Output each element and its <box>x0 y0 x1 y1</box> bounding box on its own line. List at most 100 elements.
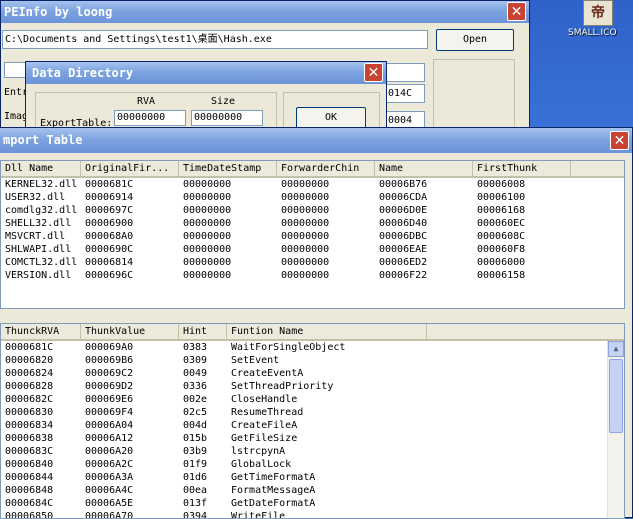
column-header-timedatestamp[interactable]: TimeDateStamp <box>179 161 277 176</box>
dll-cell: 00000000 <box>281 179 330 190</box>
function-row[interactable]: 0000684C 00006A5E 013f GetDateFormatA <box>1 497 624 510</box>
dll-cell: comdlg32.dll <box>5 205 78 216</box>
function-row[interactable]: 0000682C 000069E6 002e CloseHandle <box>1 393 624 406</box>
peinfo-titlebar[interactable]: PEInfo by loong ✕ <box>1 1 529 23</box>
function-cell: 000069F4 <box>85 407 134 418</box>
header-field-right-1[interactable] <box>385 63 425 82</box>
function-cell: lstrcpynA <box>231 446 286 457</box>
column-header-thunckrva[interactable]: ThunckRVA <box>1 324 81 339</box>
data-directory-close-button[interactable]: ✕ <box>364 63 383 82</box>
dll-row[interactable]: COMCTL32.dll 00006814 00000000 00000000 0000… <box>1 256 624 269</box>
column-header-thunkvalue[interactable]: ThunkValue <box>81 324 179 339</box>
import-table-title: mport Table <box>3 133 83 147</box>
dll-cell: 00000000 <box>183 244 232 255</box>
dll-cell: 00000000 <box>281 244 330 255</box>
function-row[interactable]: 0000683C 00006A20 03b9 lstrcpynA <box>1 445 624 458</box>
function-cell: GetDateFormatA <box>231 498 316 509</box>
dll-cell: 000068A0 <box>85 231 134 242</box>
dll-cell: 00006168 <box>477 205 526 216</box>
export-rva-field[interactable]: 00000000 <box>114 110 186 126</box>
import-table-close-button[interactable]: ✕ <box>610 131 629 150</box>
peinfo-title: PEInfo by loong <box>4 5 113 19</box>
function-cell: 00006A2C <box>85 459 134 470</box>
ok-button[interactable]: OK <box>296 107 366 129</box>
dll-list-header: Dll Name OriginalFir... TimeDateStamp Forwa… <box>1 161 624 178</box>
column-header-firstthunk[interactable]: FirstThunk <box>473 161 571 176</box>
function-row[interactable]: 00006844 00006A3A 01d6 GetTimeFormatA <box>1 471 624 484</box>
desktop-icon-small-ico[interactable]: 帝 SMALL.ICO <box>568 0 628 38</box>
dll-cell: 00006008 <box>477 179 526 190</box>
function-cell: 00006844 <box>5 472 54 483</box>
rva-header: RVA <box>137 96 156 107</box>
open-button[interactable]: Open <box>436 29 514 51</box>
function-row[interactable]: 0000681C 000069A0 0383 WaitForSingleObject <box>1 341 624 354</box>
function-cell: 00ea <box>183 485 208 496</box>
function-row[interactable]: 00006830 000069F4 02c5 ResumeThread <box>1 406 624 419</box>
dll-cell: 00006914 <box>85 192 134 203</box>
function-row[interactable]: 00006840 00006A2C 01f9 GlobalLock <box>1 458 624 471</box>
dll-cell: 00000000 <box>183 192 232 203</box>
function-cell: 00006A5E <box>85 498 134 509</box>
column-header-dll-name[interactable]: Dll Name <box>1 161 81 176</box>
function-cell: 015b <box>183 433 208 444</box>
function-list-header: ThunckRVA ThunkValue Hint Funtion Name <box>1 324 624 341</box>
column-header-originalfir[interactable]: OriginalFir... <box>81 161 179 176</box>
close-icon: ✕ <box>367 65 380 81</box>
dll-cell: 000060EC <box>477 218 526 229</box>
column-header-funtion-name[interactable]: Funtion Name <box>227 324 427 339</box>
function-cell: 00006834 <box>5 420 54 431</box>
function-row[interactable]: 00006834 00006A04 004d CreateFileA <box>1 419 624 432</box>
export-size-field[interactable]: 00000000 <box>191 110 263 126</box>
function-cell: 004d <box>183 420 208 431</box>
function-list-scrollbar[interactable]: ▲ <box>607 341 624 518</box>
function-cell: SetThreadPriority <box>231 381 334 392</box>
data-directory-title: Data Directory <box>32 66 134 80</box>
column-header-name[interactable]: Name <box>375 161 473 176</box>
dll-row[interactable]: comdlg32.dll 0000697C 00000000 00000000 0000… <box>1 204 624 217</box>
function-cell: 00006848 <box>5 485 54 496</box>
function-row[interactable]: 00006820 000069B6 0309 SetEvent <box>1 354 624 367</box>
close-icon: ✕ <box>613 133 626 149</box>
function-cell: 002e <box>183 394 208 405</box>
dll-row[interactable]: KERNEL32.dll 0000681C 00000000 00000000 0000… <box>1 178 624 191</box>
dll-row[interactable]: SHELL32.dll 00006900 00000000 00000000 00006… <box>1 217 624 230</box>
function-cell: 00006840 <box>5 459 54 470</box>
dll-row[interactable]: SHLWAPI.dll 0000690C 00000000 00000000 00006… <box>1 243 624 256</box>
scroll-thumb[interactable] <box>609 359 623 433</box>
function-cell: 00006838 <box>5 433 54 444</box>
function-cell: 0000682C <box>5 394 54 405</box>
data-directory-titlebar[interactable]: Data Directory ✕ <box>26 62 386 84</box>
dll-row[interactable]: MSVCRT.dll 000068A0 00000000 00000000 00006D… <box>1 230 624 243</box>
side-panel <box>433 59 515 129</box>
dll-cell: 00006D0E <box>379 205 428 216</box>
dll-cell: 00000000 <box>183 205 232 216</box>
dll-cell: 00006100 <box>477 192 526 203</box>
dll-cell: COMCTL32.dll <box>5 257 78 268</box>
import-table-titlebar[interactable]: mport Table ✕ <box>0 128 632 153</box>
dll-cell: 00000000 <box>281 231 330 242</box>
file-path-field[interactable]: C:\Documents and Settings\test1\桌面\Hash.… <box>2 30 428 49</box>
peinfo-close-button[interactable]: ✕ <box>507 2 526 21</box>
dll-cell: 00000000 <box>281 192 330 203</box>
dll-cell: 00000000 <box>281 218 330 229</box>
function-row[interactable]: 00006838 00006A12 015b GetFileSize <box>1 432 624 445</box>
scroll-up-arrow-icon[interactable]: ▲ <box>608 341 624 357</box>
function-row[interactable]: 00006828 000069D2 0336 SetThreadPriority <box>1 380 624 393</box>
dll-cell: 00006B76 <box>379 179 428 190</box>
column-header-hint[interactable]: Hint <box>179 324 227 339</box>
dll-row[interactable]: USER32.dll 00006914 00000000 00000000 00006C… <box>1 191 624 204</box>
function-cell: 0383 <box>183 342 208 353</box>
function-cell: 0049 <box>183 368 208 379</box>
function-cell: GlobalLock <box>231 459 292 470</box>
column-header-forwarderchin[interactable]: ForwarderChin <box>277 161 375 176</box>
function-row[interactable]: 00006848 00006A4C 00ea FormatMessageA <box>1 484 624 497</box>
dll-cell: SHLWAPI.dll <box>5 244 72 255</box>
dll-row[interactable]: VERSION.dll 0000696C 00000000 00000000 00006… <box>1 269 624 282</box>
function-list[interactable]: ThunckRVA ThunkValue Hint Funtion Name 0000… <box>0 323 625 519</box>
function-cell: 03b9 <box>183 446 208 457</box>
function-cell: 00006830 <box>5 407 54 418</box>
function-row[interactable]: 00006824 000069C2 0049 CreateEventA <box>1 367 624 380</box>
dll-list[interactable]: Dll Name OriginalFir... TimeDateStamp Forwa… <box>0 160 625 309</box>
function-cell: SetEvent <box>231 355 280 366</box>
header-field-014c[interactable]: 014C <box>385 84 425 103</box>
